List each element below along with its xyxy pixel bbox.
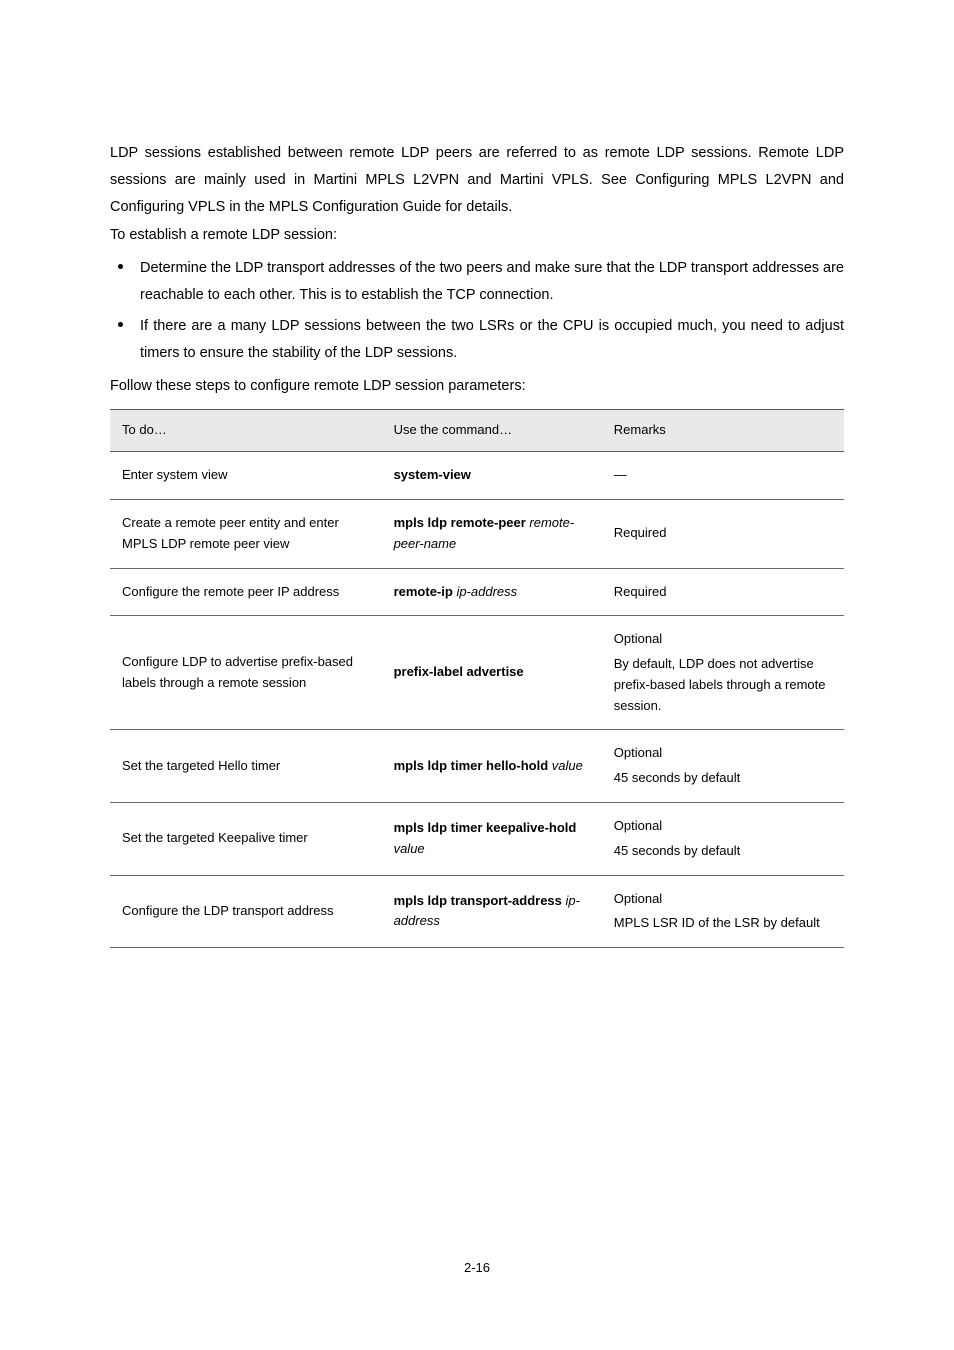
cell-remarks: Optional45 seconds by default xyxy=(602,730,844,803)
bullet-dot-icon xyxy=(118,264,123,269)
table-body: Enter system viewsystem-view—Create a re… xyxy=(110,452,844,948)
table-header-todo: To do… xyxy=(110,410,382,452)
bullet-text: If there are a many LDP sessions between… xyxy=(140,318,844,361)
cell-todo: Create a remote peer entity and enter MP… xyxy=(110,499,382,568)
intro-text-3: in the xyxy=(225,199,269,215)
cell-command: mpls ldp remote-peer remote-peer-name xyxy=(382,499,602,568)
table-row: Set the targeted Keepalive timermpls ldp… xyxy=(110,803,844,876)
link-guide: MPLS Configuration Guide xyxy=(269,199,442,215)
follow-text: Follow these steps to configure remote L… xyxy=(110,373,844,400)
cell-todo: Set the targeted Hello timer xyxy=(110,730,382,803)
config-table: To do… Use the command… Remarks Enter sy… xyxy=(110,409,844,948)
table-row: Configure the LDP transport addressmpls … xyxy=(110,875,844,948)
link-mpls-l2vpn: Configuring MPLS L2VPN xyxy=(635,172,811,188)
table-row: Set the targeted Hello timermpls ldp tim… xyxy=(110,730,844,803)
page-number: 2-16 xyxy=(0,1256,954,1280)
cell-remarks: Required xyxy=(602,499,844,568)
cell-command: mpls ldp timer hello-hold value xyxy=(382,730,602,803)
cell-command: system-view xyxy=(382,452,602,500)
bullet-item: Determine the LDP transport addresses of… xyxy=(140,255,844,309)
intro-text-2: and xyxy=(811,172,844,188)
intro-paragraph-1: LDP sessions established between remote … xyxy=(110,140,844,220)
table-header-command: Use the command… xyxy=(382,410,602,452)
table-row: Configure the remote peer IP addressremo… xyxy=(110,568,844,616)
table-header-remarks: Remarks xyxy=(602,410,844,452)
table-header-row: To do… Use the command… Remarks xyxy=(110,410,844,452)
bullet-dot-icon xyxy=(118,322,123,327)
cell-command: prefix-label advertise xyxy=(382,616,602,730)
cell-command: mpls ldp transport-address ip-address xyxy=(382,875,602,948)
cell-todo: Configure the LDP transport address xyxy=(110,875,382,948)
cell-remarks: — xyxy=(602,452,844,500)
cell-remarks: OptionalBy default, LDP does not adverti… xyxy=(602,616,844,730)
cell-remarks: Optional45 seconds by default xyxy=(602,803,844,876)
table-row: Create a remote peer entity and enter MP… xyxy=(110,499,844,568)
link-vpls: Configuring VPLS xyxy=(110,199,225,215)
cell-todo: Enter system view xyxy=(110,452,382,500)
cell-todo: Configure the remote peer IP address xyxy=(110,568,382,616)
cell-remarks: Required xyxy=(602,568,844,616)
cell-remarks: OptionalMPLS LSR ID of the LSR by defaul… xyxy=(602,875,844,948)
table-row: Enter system viewsystem-view— xyxy=(110,452,844,500)
table-row: Configure LDP to advertise prefix-based … xyxy=(110,616,844,730)
lead-in-text: To establish a remote LDP session: xyxy=(110,222,844,249)
bullet-text: Determine the LDP transport addresses of… xyxy=(140,260,844,303)
cell-todo: Configure LDP to advertise prefix-based … xyxy=(110,616,382,730)
cell-command: remote-ip ip-address xyxy=(382,568,602,616)
bullet-item: If there are a many LDP sessions between… xyxy=(140,313,844,367)
bullet-list: Determine the LDP transport addresses of… xyxy=(110,255,844,366)
cell-todo: Set the targeted Keepalive timer xyxy=(110,803,382,876)
cell-command: mpls ldp timer keepalive-hold value xyxy=(382,803,602,876)
intro-text-4: for details. xyxy=(441,199,512,215)
